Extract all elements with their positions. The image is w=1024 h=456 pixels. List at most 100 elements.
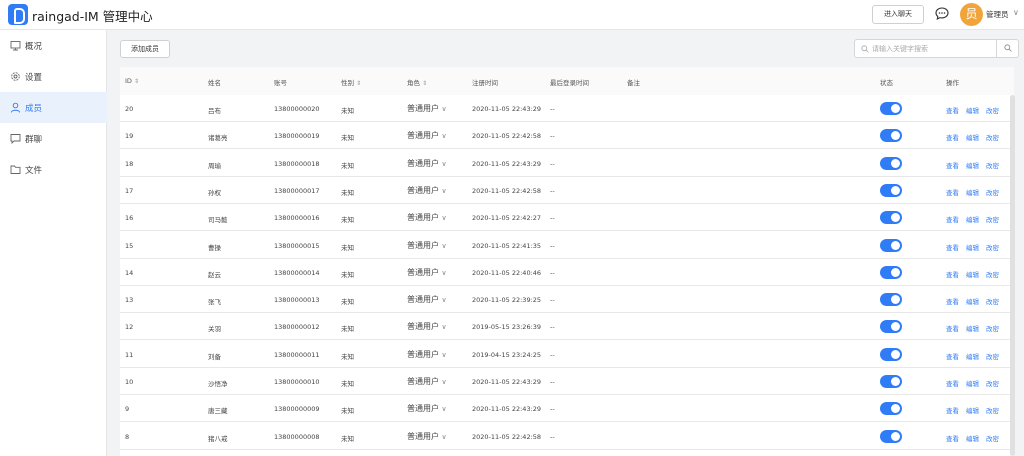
edit-link[interactable]: 编辑 — [966, 405, 979, 415]
role-select[interactable]: 普通用户 ∨ — [407, 103, 447, 114]
cell-name: 唐三藏 — [208, 407, 228, 416]
role-select[interactable]: 普通用户 ∨ — [407, 431, 447, 442]
status-toggle[interactable] — [880, 320, 902, 334]
role-select[interactable]: 普通用户 ∨ — [407, 321, 447, 332]
edit-link[interactable]: 编辑 — [966, 160, 979, 170]
avatar[interactable]: 员 — [960, 3, 983, 26]
header-status: 状态 — [880, 79, 893, 87]
edit-link[interactable]: 编辑 — [966, 214, 979, 224]
header-role[interactable]: 角色 ⇕ — [407, 77, 427, 87]
search-input[interactable]: 请输入关键字搜索 — [872, 44, 928, 54]
status-toggle[interactable] — [880, 375, 902, 388]
view-link[interactable]: 查看 — [946, 405, 959, 415]
cell-id: 15 — [125, 241, 134, 250]
edit-link[interactable]: 编辑 — [966, 433, 979, 443]
edit-link[interactable]: 编辑 — [966, 351, 979, 361]
add-member-button[interactable]: 添加成员 — [120, 40, 170, 58]
view-link[interactable]: 查看 — [946, 132, 959, 142]
view-link[interactable]: 查看 — [946, 351, 959, 361]
view-link[interactable]: 查看 — [946, 296, 959, 306]
table-row: 13 张飞 13800000013 未知 2020-11-05 22:39:25 -- 普通… — [120, 286, 1014, 314]
status-toggle[interactable] — [880, 347, 902, 361]
change-password-link[interactable]: 改密 — [986, 269, 999, 279]
table-scrollbar[interactable] — [1010, 95, 1015, 456]
change-password-link[interactable]: 改密 — [986, 187, 999, 197]
view-link[interactable]: 查看 — [946, 242, 959, 252]
gear-icon — [11, 72, 20, 81]
view-link[interactable]: 查看 — [946, 378, 959, 388]
chevron-down-icon[interactable]: ∨ — [1013, 8, 1019, 17]
admin-name[interactable]: 管理员 — [986, 9, 1009, 20]
change-password-link[interactable]: 改密 — [986, 405, 999, 415]
role-select[interactable]: 普通用户 ∨ — [407, 240, 447, 251]
edit-link[interactable]: 编辑 — [966, 269, 979, 279]
status-toggle[interactable] — [880, 102, 902, 115]
view-link[interactable]: 查看 — [946, 269, 959, 279]
status-toggle[interactable] — [880, 238, 902, 252]
edit-link[interactable]: 编辑 — [966, 187, 979, 197]
view-link[interactable]: 查看 — [946, 323, 959, 333]
view-link[interactable]: 查看 — [946, 160, 959, 170]
status-toggle[interactable] — [880, 183, 902, 197]
cell-reg-time: 2020-11-05 22:42:58 — [472, 132, 542, 141]
change-password-link[interactable]: 改密 — [986, 214, 999, 224]
cell-last-login: -- — [550, 159, 555, 168]
cell-gender: 未知 — [341, 407, 354, 416]
change-password-link[interactable]: 改密 — [986, 105, 999, 115]
message-icon[interactable] — [935, 7, 949, 20]
status-toggle[interactable] — [880, 211, 902, 225]
header-account: 账号 — [274, 79, 287, 87]
role-select[interactable]: 普通用户 ∨ — [407, 267, 447, 278]
search-box[interactable]: 请输入关键字搜索 — [854, 39, 1019, 58]
status-toggle[interactable] — [880, 129, 902, 143]
status-toggle[interactable] — [880, 402, 902, 416]
sidebar-item-label: 设置 — [25, 73, 43, 83]
role-select[interactable]: 普通用户 ∨ — [407, 349, 447, 360]
edit-link[interactable]: 编辑 — [966, 323, 979, 333]
role-select[interactable]: 普通用户 ∨ — [407, 294, 447, 305]
header-id[interactable]: ID ⇕ — [125, 77, 139, 85]
chevron-down-icon: ∨ — [441, 296, 447, 305]
search-button[interactable] — [996, 40, 1018, 57]
chevron-down-icon: ∨ — [441, 378, 447, 386]
view-link[interactable]: 查看 — [946, 433, 959, 443]
change-password-link[interactable]: 改密 — [986, 323, 999, 333]
change-password-link[interactable]: 改密 — [986, 433, 999, 443]
sidebar-item-files[interactable]: 文件 — [0, 154, 107, 185]
view-link[interactable]: 查看 — [946, 187, 959, 197]
status-toggle[interactable] — [880, 265, 902, 279]
role-select[interactable]: 普通用户 ∨ — [407, 403, 447, 414]
cell-gender: 未知 — [341, 352, 354, 361]
view-link[interactable]: 查看 — [946, 214, 959, 224]
change-password-link[interactable]: 改密 — [986, 160, 999, 170]
role-select[interactable]: 普通用户 ∨ — [407, 212, 447, 223]
cell-id: 9 — [125, 405, 130, 414]
change-password-link[interactable]: 改密 — [986, 242, 999, 252]
role-select[interactable]: 普通用户 ∨ — [407, 130, 447, 141]
role-select[interactable]: 普通用户 ∨ — [407, 185, 447, 196]
edit-link[interactable]: 编辑 — [966, 242, 979, 252]
edit-link[interactable]: 编辑 — [966, 378, 979, 388]
cell-name: 刘备 — [208, 352, 221, 361]
edit-link[interactable]: 编辑 — [966, 105, 979, 115]
change-password-link[interactable]: 改密 — [986, 296, 999, 306]
sidebar-item-settings[interactable]: 设置 — [0, 61, 107, 92]
sidebar-item-overview[interactable]: 概况 — [0, 30, 107, 61]
sidebar-item-groups[interactable]: 群聊 — [0, 123, 107, 154]
change-password-link[interactable]: 改密 — [986, 378, 999, 388]
status-toggle[interactable] — [880, 293, 902, 307]
status-toggle[interactable] — [880, 429, 902, 443]
change-password-link[interactable]: 改密 — [986, 351, 999, 361]
role-select[interactable]: 普通用户 ∨ — [407, 376, 447, 387]
status-toggle[interactable] — [880, 156, 902, 170]
view-link[interactable]: 查看 — [946, 105, 959, 115]
sidebar-item-members[interactable]: 成员 — [0, 92, 107, 123]
cell-last-login: -- — [550, 378, 555, 386]
edit-link[interactable]: 编辑 — [966, 296, 979, 306]
change-password-link[interactable]: 改密 — [986, 132, 999, 142]
cell-account: 13800000008 — [274, 432, 320, 441]
role-select[interactable]: 普通用户 ∨ — [407, 158, 447, 169]
edit-link[interactable]: 编辑 — [966, 132, 979, 142]
header-gender[interactable]: 性别 ⇕ — [341, 77, 361, 87]
enter-chat-button[interactable]: 进入聊天 — [872, 5, 924, 24]
